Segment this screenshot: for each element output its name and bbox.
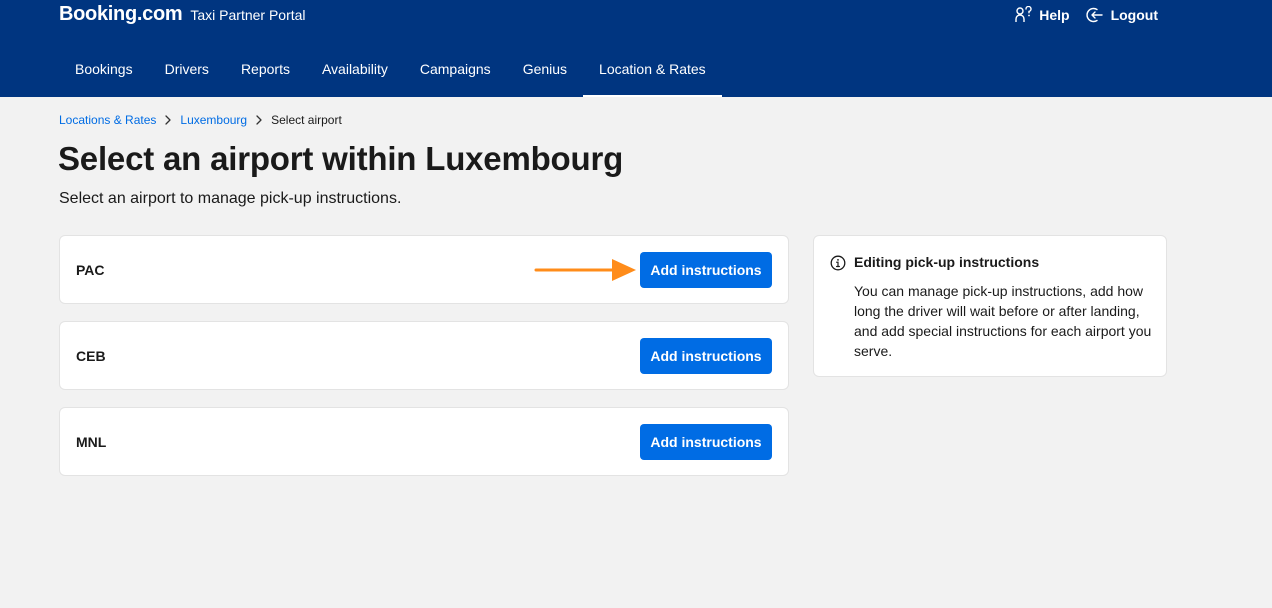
- nav-item-location-rates[interactable]: Location & Rates: [583, 41, 722, 97]
- airport-code: PAC: [76, 262, 105, 278]
- help-icon: [1015, 6, 1032, 22]
- add-instructions-button[interactable]: Add instructions: [640, 252, 772, 288]
- nav-item-genius[interactable]: Genius: [507, 41, 583, 97]
- breadcrumb-link-locations-rates[interactable]: Locations & Rates: [59, 113, 156, 127]
- info-title: Editing pick-up instructions: [854, 254, 1040, 270]
- main-nav: Bookings Drivers Reports Availability Ca…: [59, 41, 722, 97]
- nav-item-drivers[interactable]: Drivers: [149, 41, 225, 97]
- portal-name: Taxi Partner Portal: [190, 7, 306, 23]
- breadcrumb: Locations & Rates Luxembourg Select airp…: [59, 113, 342, 127]
- help-label: Help: [1039, 7, 1070, 23]
- logout-icon: [1085, 7, 1103, 23]
- airport-code: MNL: [76, 434, 107, 450]
- brand[interactable]: Booking.com Taxi Partner Portal: [59, 3, 306, 27]
- nav-item-availability[interactable]: Availability: [306, 41, 404, 97]
- chevron-right-icon: [164, 115, 172, 125]
- airport-code: CEB: [76, 348, 106, 364]
- breadcrumb-current: Select airport: [271, 113, 342, 127]
- info-body: You can manage pick-up instructions, add…: [854, 283, 1152, 359]
- breadcrumb-link-luxembourg[interactable]: Luxembourg: [180, 113, 247, 127]
- page-title: Select an airport within Luxembourg: [58, 140, 624, 177]
- logout-link[interactable]: Logout: [1085, 6, 1158, 24]
- airport-card-ceb: CEB Add instructions: [59, 321, 789, 390]
- airport-card-pac: PAC Add instructions: [59, 235, 789, 304]
- airport-card-mnl: MNL Add instructions: [59, 407, 789, 476]
- chevron-right-icon: [255, 115, 263, 125]
- info-icon: [830, 255, 846, 271]
- info-card: Editing pick-up instructions You can man…: [813, 235, 1167, 377]
- nav-item-campaigns[interactable]: Campaigns: [404, 41, 507, 97]
- nav-item-reports[interactable]: Reports: [225, 41, 306, 97]
- booking-logo[interactable]: Booking.com: [59, 3, 183, 26]
- logout-label: Logout: [1110, 7, 1158, 23]
- page-subtitle: Select an airport to manage pick-up inst…: [59, 190, 402, 207]
- annotation-arrow-icon: [534, 259, 636, 281]
- add-instructions-button[interactable]: Add instructions: [640, 424, 772, 460]
- top-actions: Help Logout: [1014, 6, 1158, 24]
- top-header: Booking.com Taxi Partner Portal Help Log…: [0, 0, 1272, 97]
- help-link[interactable]: Help: [1014, 6, 1070, 24]
- nav-item-bookings[interactable]: Bookings: [59, 41, 149, 97]
- add-instructions-button[interactable]: Add instructions: [640, 338, 772, 374]
